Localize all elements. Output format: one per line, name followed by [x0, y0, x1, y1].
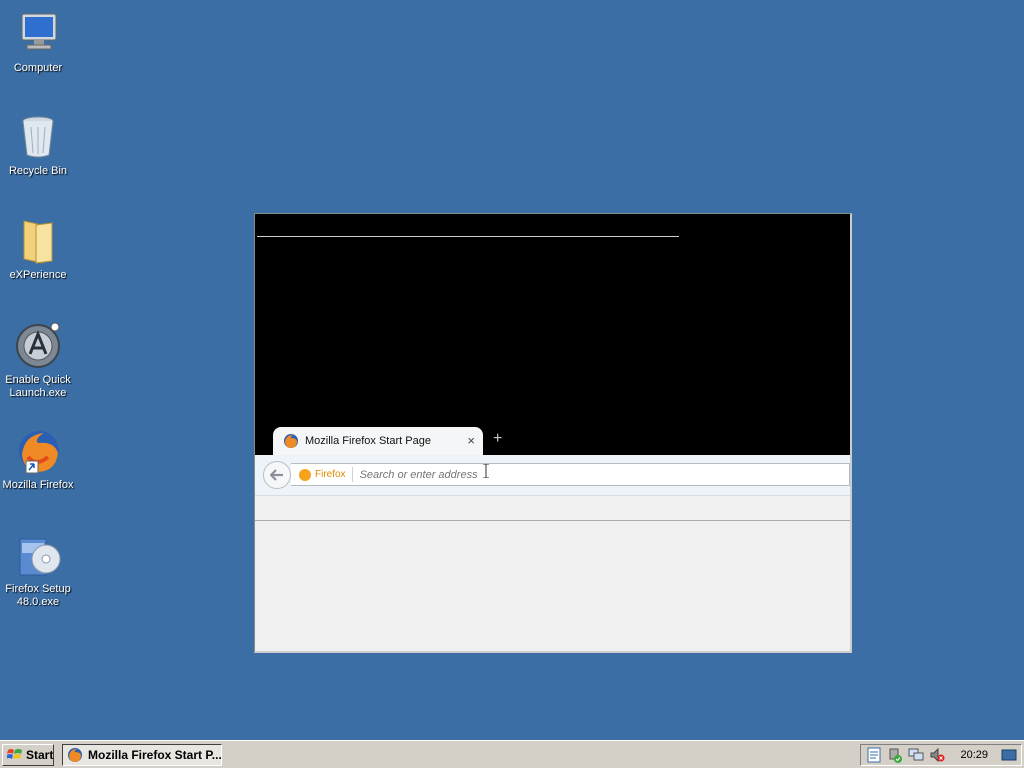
desktop-icon-label: Mozilla Firefox — [2, 479, 74, 491]
tab-close-icon[interactable]: × — [467, 433, 475, 448]
back-arrow-icon — [270, 469, 283, 481]
folder-icon — [14, 217, 62, 265]
new-tab-button[interactable]: + — [493, 430, 502, 448]
firefox-icon — [283, 433, 299, 449]
windows-logo-icon — [6, 748, 23, 762]
desktop-icon-recycle-bin[interactable]: Recycle Bin — [0, 113, 76, 178]
tab-mozilla-firefox-start-page[interactable]: Mozilla Firefox Start Page × — [273, 427, 483, 455]
network-icon[interactable] — [908, 747, 924, 763]
text-cursor-icon — [483, 464, 489, 478]
taskbar: Start Mozilla Firefox Start P... 20:29 — [0, 740, 1024, 768]
desktop-icon-experience[interactable]: eXPerience — [0, 217, 76, 282]
window-titlebar[interactable] — [255, 214, 850, 455]
url-bar[interactable]: Firefox — [291, 463, 850, 486]
taskbar-item-label: Mozilla Firefox Start P... — [88, 748, 222, 762]
taskbar-item-firefox[interactable]: Mozilla Firefox Start P... — [62, 744, 222, 766]
clock[interactable]: 20:29 — [960, 749, 988, 761]
identity-box[interactable]: Firefox — [291, 467, 353, 482]
desktop-icon-label: Firefox Setup 48.0.exe — [5, 583, 71, 608]
back-button[interactable] — [263, 461, 291, 489]
firefox-icon — [14, 427, 62, 475]
document-icon[interactable] — [866, 747, 882, 763]
setup-icon — [14, 531, 62, 579]
url-input[interactable] — [357, 467, 762, 482]
desktop-icon-firefox-setup[interactable]: Firefox Setup 48.0.exe — [0, 531, 76, 609]
desktop-icon-computer[interactable]: Computer — [0, 10, 76, 75]
desktop-icon-label: Recycle Bin — [8, 165, 68, 177]
titlebar-divider — [257, 236, 679, 237]
desktop-icon-mozilla-firefox[interactable]: Mozilla Firefox — [0, 427, 76, 492]
firefox-badge-icon — [299, 468, 311, 481]
recycle-bin-icon — [14, 113, 62, 161]
start-button[interactable]: Start — [2, 744, 54, 766]
bookmarks-toolbar — [255, 496, 850, 521]
tab-title: Mozilla Firefox Start Page — [305, 435, 431, 447]
navigation-toolbar: Firefox — [255, 455, 850, 496]
system-tray: 20:29 — [860, 744, 1022, 766]
desktop-icon-enable-quick-launch[interactable]: Enable Quick Launch.exe — [0, 322, 76, 400]
safely-remove-hardware-icon[interactable] — [887, 747, 903, 763]
firefox-icon — [67, 747, 83, 763]
desktop-icon-label: Computer — [13, 62, 63, 74]
page-content — [255, 521, 850, 651]
desktop-icon-label: eXPerience — [9, 269, 67, 281]
firefox-window[interactable]: Mozilla Firefox Start Page × + Firefox — [254, 213, 852, 653]
computer-icon — [14, 10, 62, 58]
quick-launch-icon — [14, 322, 62, 370]
identity-label: Firefox — [315, 469, 346, 480]
start-label: Start — [26, 748, 54, 762]
desktop-icon-label: Enable Quick Launch.exe — [5, 374, 71, 399]
show-desktop-icon[interactable] — [1001, 747, 1017, 763]
volume-muted-icon[interactable] — [929, 747, 945, 763]
